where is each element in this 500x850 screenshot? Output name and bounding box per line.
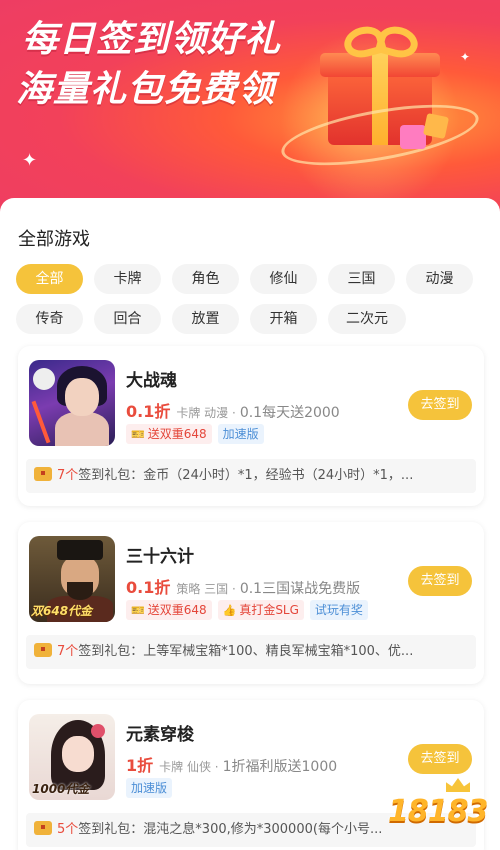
shopping-bag-icon — [400, 125, 426, 149]
tag-card[interactable]: 卡牌 — [94, 264, 161, 294]
thumb-coupon-text: 1000代金 — [32, 782, 90, 796]
tag-unboxing[interactable]: 开箱 — [250, 304, 317, 334]
sparkle-icon: ✦ — [460, 50, 471, 64]
category-label: 策略 三国 · — [176, 582, 236, 596]
badge-row: 🎫 送双重648 👍 真打金SLG 试玩有奖 — [126, 600, 374, 620]
banner-subtitle: 海量礼包免费领 — [16, 69, 276, 110]
tag-turn-based[interactable]: 回合 — [94, 304, 161, 334]
tag-role[interactable]: 角色 — [172, 264, 239, 294]
game-meta: 0.1折 策略 三国 · 0.1三国谋战免费版 — [126, 574, 360, 598]
badge-row: 🎫 送双重648 加速版 — [126, 424, 270, 444]
game-thumbnail[interactable] — [29, 360, 115, 446]
game-name[interactable]: 元素穿梭 — [126, 720, 194, 745]
tag-anime[interactable]: 动漫 — [406, 264, 473, 294]
thumb-coupon-text: 双648代金 — [31, 604, 93, 618]
badge: 加速版 — [126, 778, 173, 798]
gift-ticket-icon: 🎫 — [131, 604, 145, 617]
treasure-chest-icon — [34, 467, 52, 481]
game-name[interactable]: 三十六计 — [126, 542, 194, 567]
category-label: 卡牌 仙侠 · — [159, 760, 219, 774]
gift-pack-row[interactable]: 7个签到礼包：上等军械宝箱*100、精良军械宝箱*100、优... — [26, 635, 476, 669]
sign-in-button[interactable]: 去签到 — [408, 744, 472, 774]
discount-label: 0.1折 — [126, 578, 171, 597]
game-meta: 1折 卡牌 仙侠 · 1折福利版送1000 — [126, 752, 337, 776]
gift-label: 签到礼包： — [78, 822, 144, 837]
watermark-text: 18183 — [388, 794, 488, 829]
gift-desc: 上等军械宝箱*100、精良军械宝箱*100、优... — [143, 644, 414, 659]
gift-count: 7个 — [57, 468, 79, 483]
tag-three-kingdoms[interactable]: 三国 — [328, 264, 395, 294]
small-gift-icon — [422, 112, 450, 140]
game-thumbnail[interactable]: 1000代金 — [29, 714, 115, 800]
game-desc: 0.1三国谋战免费版 — [239, 581, 361, 597]
tag-legend[interactable]: 传奇 — [16, 304, 83, 334]
gift-count: 5个 — [57, 822, 79, 837]
gift-ticket-icon: 🎫 — [131, 428, 145, 441]
badge: 加速版 — [217, 424, 264, 444]
page: 每日签到领好礼 海量礼包免费领 ✦ ✦ 全部游戏 全部 卡牌 角色 修仙 三国 … — [0, 0, 500, 850]
gift-desc: 金币（24小时）*1，经验书（24小时）*1，... — [143, 468, 414, 483]
gift-label: 签到礼包： — [78, 468, 144, 483]
gift-pack-row[interactable]: 7个签到礼包：金币（24小时）*1，经验书（24小时）*1，... — [26, 459, 476, 493]
game-name[interactable]: 大战魂 — [126, 366, 177, 391]
badge: 试玩有奖 — [309, 600, 368, 620]
gift-label: 签到礼包： — [78, 644, 144, 659]
tag-idle[interactable]: 放置 — [172, 304, 239, 334]
treasure-chest-icon — [34, 821, 52, 835]
site-watermark-logo: 18183 — [388, 778, 488, 836]
tag-2d[interactable]: 二次元 — [328, 304, 406, 334]
game-desc: 0.1每天送2000 — [239, 405, 340, 421]
badge: 🎫 送双重648 — [126, 424, 212, 444]
discount-label: 1折 — [126, 756, 154, 775]
badge: 🎫 送双重648 — [126, 600, 212, 620]
badge-row: 加速版 — [126, 778, 178, 798]
game-card[interactable]: 大战魂 0.1折 卡牌 动漫 · 0.1每天送2000 🎫 送双重648 加速版 去签到… — [18, 346, 484, 506]
section-title: 全部游戏 — [18, 229, 90, 250]
game-desc: 1折福利版送1000 — [222, 759, 338, 775]
gift-count: 7个 — [57, 644, 79, 659]
badge: 👍 真打金SLG — [217, 600, 304, 620]
tag-cultivation[interactable]: 修仙 — [250, 264, 317, 294]
treasure-chest-icon — [34, 643, 52, 657]
sign-in-button[interactable]: 去签到 — [408, 390, 472, 420]
tag-all[interactable]: 全部 — [16, 264, 83, 294]
game-thumbnail[interactable]: 双648代金 — [29, 536, 115, 622]
sparkle-icon: ✦ — [22, 150, 38, 171]
banner-title: 每日签到领好礼 — [22, 19, 282, 60]
category-label: 卡牌 动漫 · — [176, 406, 236, 420]
thumb-icon: 👍 — [222, 604, 237, 617]
sign-in-button[interactable]: 去签到 — [408, 566, 472, 596]
game-meta: 0.1折 卡牌 动漫 · 0.1每天送2000 — [126, 398, 340, 422]
game-card[interactable]: 双648代金 三十六计 0.1折 策略 三国 · 0.1三国谋战免费版 🎫 送双重64… — [18, 522, 484, 684]
promo-banner[interactable]: 每日签到领好礼 海量礼包免费领 ✦ ✦ — [0, 0, 500, 215]
gift-desc: 混沌之息*300,修为*300000(每个小号... — [143, 822, 383, 837]
discount-label: 0.1折 — [126, 402, 171, 421]
